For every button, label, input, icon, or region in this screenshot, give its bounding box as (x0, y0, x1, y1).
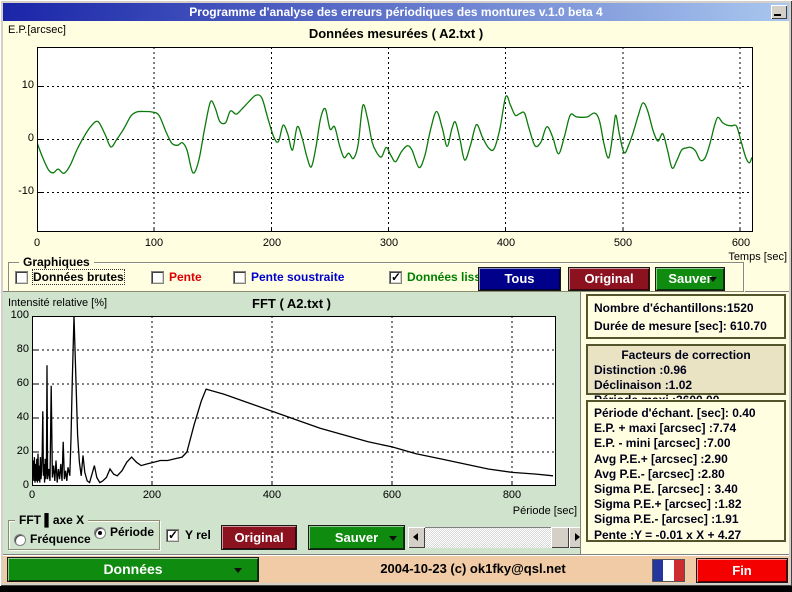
flag-white-stripe (663, 560, 674, 581)
stat-line: Pente :Y = -0.01 x X + 4.27 (594, 527, 742, 542)
stat-line: Nombre d'échantillons:1520 (594, 301, 754, 315)
sauver-button-fft-label: Sauver (334, 530, 379, 545)
checkbox-pente-label[interactable]: Pente (169, 270, 202, 284)
correction-factors-box: Facteurs de correction Distinction :0.96… (586, 344, 786, 407)
fft-chart-title: FFT ( A2.txt ) (252, 296, 331, 311)
french-flag-icon[interactable] (652, 559, 685, 582)
stat-line: Sigma P.E.- [arcsec] :1.91 (594, 512, 739, 527)
fft-section: Intensité relative [%] FFT ( A2.txt ) 10… (3, 292, 586, 554)
donnees-button-label: Données (103, 561, 163, 577)
measured-y-tick: -10 (18, 185, 34, 197)
measured-y-tick: 10 (21, 79, 34, 91)
radio-dot-icon (98, 531, 102, 535)
checkbox-donnees-lissees[interactable]: ✓ (389, 270, 402, 284)
measured-chart (37, 47, 753, 232)
flag-red-stripe (673, 560, 684, 581)
radio-frequence-label[interactable]: Fréquence (30, 532, 91, 546)
fft-y-tick: 60 (16, 377, 29, 389)
stat-line: Avg P.E.- [arcsec] :2.80 (594, 466, 725, 481)
arrow-left-icon (413, 533, 418, 541)
fft-x-axis-label: Période [sec] (512, 505, 577, 517)
fft-y-tick: 100 (10, 309, 29, 321)
fft-y-tick: 80 (16, 343, 29, 355)
graphiques-group: Graphiques ✓ Données brutes ✓ Pente ✓ Pe… (8, 255, 744, 292)
pe-stats-box: Période d'échant. [sec]: 0.40 E.P. + max… (586, 400, 786, 542)
stat-line: Sigma P.E.+ [arcsec] :1.82 (594, 497, 742, 512)
correction-factors-title: Facteurs de correction (621, 348, 751, 362)
stat-line: Distinction :0.96 (594, 363, 687, 377)
radio-periode-label[interactable]: Période (110, 525, 154, 539)
check-icon: ✓ (391, 270, 402, 284)
fft-axis-group: FFT ▌axe X Fréquence Période (8, 513, 160, 550)
checkbox-y-rel-label[interactable]: Y rel (185, 528, 211, 542)
measured-x-tick: 300 (379, 237, 399, 249)
graphiques-legend: Graphiques (19, 255, 94, 269)
fft-plot-area (32, 316, 556, 486)
fft-x-tick: 600 (382, 489, 402, 501)
fft-x-tick: 800 (502, 489, 522, 501)
sauver-button-top[interactable]: Sauver (656, 268, 724, 290)
radio-frequence[interactable] (14, 534, 26, 546)
stat-line: Déclinaison :1.02 (594, 378, 693, 392)
radio-periode[interactable] (94, 527, 106, 539)
fft-x-tick: 200 (142, 489, 162, 501)
app-window: Programme d'analyse des erreurs périodiq… (0, 0, 792, 586)
chevron-down-icon (709, 277, 717, 282)
measured-chart-title: Données mesurées ( A2.txt ) (308, 26, 484, 41)
original-button-fft[interactable]: Original (222, 526, 296, 549)
measured-chart-section: E.P.[arcsec] Données mesurées ( A2.txt )… (3, 21, 789, 292)
fin-button[interactable]: Fin (697, 559, 787, 582)
window-title: Programme d'analyse des erreurs périodiq… (189, 5, 603, 19)
checkbox-donnees-brutes-label[interactable]: Données brutes (32, 269, 125, 285)
checkbox-pente[interactable]: ✓ (151, 271, 164, 284)
fft-axis-group-legend: FFT ▌axe X (15, 513, 89, 527)
stats-panel: Nombre d'échantillons:1520 Durée de mesu… (580, 292, 789, 554)
measured-x-tick: 600 (731, 237, 751, 249)
stat-line: Période d'échant. [sec]: 0.40 (594, 406, 756, 420)
title-bar: Programme d'analyse des erreurs périodiq… (3, 3, 789, 21)
measured-x-tick: 100 (144, 237, 164, 249)
measured-y-tick: 0 (27, 132, 34, 144)
bottom-bar: Données 2004-10-23 (c) ok1fky@qsl.net Fi… (3, 554, 789, 583)
checkbox-y-rel[interactable]: ✓ (166, 528, 179, 542)
minimize-button[interactable] (771, 5, 787, 19)
donnees-button[interactable]: Données (8, 558, 258, 581)
fft-y-tick: 40 (16, 411, 29, 423)
checkbox-pente-soustraite-label[interactable]: Pente soustraite (251, 270, 344, 284)
checkbox-pente-soustraite[interactable]: ✓ (233, 271, 246, 284)
original-button-top[interactable]: Original (569, 268, 649, 290)
chevron-down-icon (389, 535, 397, 541)
fft-scrollbar[interactable] (408, 527, 586, 548)
checkbox-donnees-brutes[interactable]: ✓ (15, 271, 28, 284)
tous-button[interactable]: Tous (479, 268, 560, 290)
stat-line: Avg P.E.+ [arcsec] :2.90 (594, 451, 728, 466)
stat-line: E.P. - mini [arcsec] :7.00 (594, 436, 731, 451)
flag-blue-stripe (653, 560, 664, 581)
measured-x-tick: 500 (613, 237, 633, 249)
fft-x-tick: 0 (28, 489, 36, 501)
copyright-text: 2004-10-23 (c) ok1fky@qsl.net (380, 561, 566, 576)
minimize-icon (774, 14, 781, 16)
scrollbar-left-button[interactable] (408, 527, 425, 548)
measured-x-tick: 400 (496, 237, 516, 249)
scrollbar-thumb[interactable] (551, 527, 569, 548)
fft-x-tick: 400 (262, 489, 282, 501)
fft-chart (32, 316, 556, 486)
measured-x-tick: 0 (33, 237, 41, 249)
sauver-button-top-label: Sauver (668, 271, 712, 286)
sauver-button-fft[interactable]: Sauver (309, 526, 404, 549)
fft-y-tick: 20 (16, 445, 29, 457)
stat-line: Sigma P.E. [arcsec] : 3.40 (594, 482, 738, 497)
sample-stats-box: Nombre d'échantillons:1520 Durée de mesu… (586, 294, 786, 339)
stat-line: E.P. + maxi [arcsec] :7.74 (594, 421, 737, 436)
measured-x-tick: 200 (262, 237, 282, 249)
chevron-down-icon (234, 567, 242, 573)
stat-line: Durée de mesure [sec]: 610.70 (594, 319, 767, 333)
measured-plot-area (37, 47, 753, 232)
check-icon: ✓ (168, 528, 179, 542)
